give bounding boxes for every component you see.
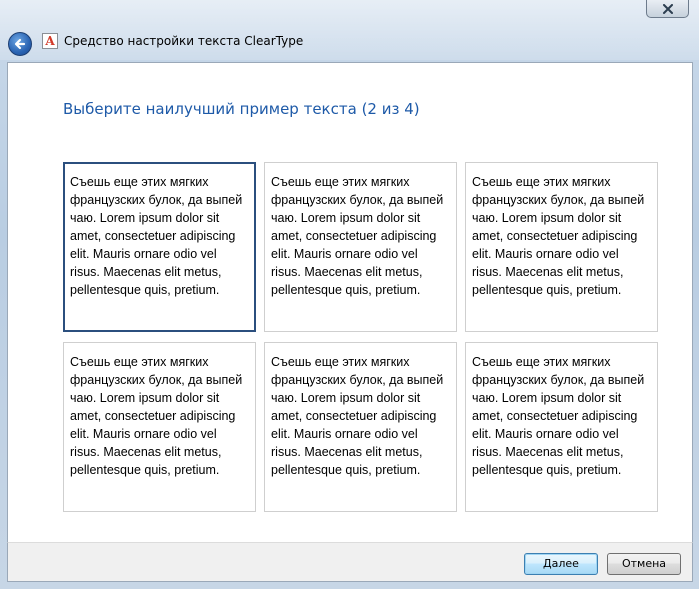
text-sample-text: Съешь еще этих мягких французских булок,… <box>271 355 444 477</box>
text-sample-6[interactable]: Съешь еще этих мягких французских булок,… <box>465 342 658 512</box>
title-bar <box>0 0 699 60</box>
text-sample-1[interactable]: Съешь еще этих мягких французских булок,… <box>63 162 256 332</box>
text-sample-3[interactable]: Съешь еще этих мягких французских булок,… <box>465 162 658 332</box>
close-button[interactable] <box>646 0 689 18</box>
text-sample-text: Съешь еще этих мягких французских булок,… <box>472 175 645 297</box>
window-title: Средство настройки текста ClearType <box>64 34 304 48</box>
back-arrow-icon <box>14 38 26 50</box>
cancel-button[interactable]: Отмена <box>607 553 681 575</box>
back-button[interactable] <box>8 32 32 56</box>
text-sample-4[interactable]: Съешь еще этих мягких французских булок,… <box>63 342 256 512</box>
text-sample-text: Съешь еще этих мягких французских булок,… <box>70 355 243 477</box>
text-sample-text: Съешь еще этих мягких французских булок,… <box>472 355 645 477</box>
window-frame: A Средство настройки текста ClearType Вы… <box>0 0 699 589</box>
close-icon <box>662 3 673 14</box>
text-sample-5[interactable]: Съешь еще этих мягких французских булок,… <box>264 342 457 512</box>
cleartype-app-icon: A <box>42 33 58 49</box>
text-sample-text: Съешь еще этих мягких французских булок,… <box>271 175 444 297</box>
content-area: Выберите наилучший пример текста (2 из 4… <box>7 62 693 542</box>
text-sample-2[interactable]: Съешь еще этих мягких французских булок,… <box>264 162 457 332</box>
text-sample-text: Съешь еще этих мягких французских булок,… <box>70 175 243 297</box>
next-button[interactable]: Далее <box>524 553 598 575</box>
button-bar: Далее Отмена <box>7 542 693 582</box>
page-heading: Выберите наилучший пример текста (2 из 4… <box>63 100 420 118</box>
